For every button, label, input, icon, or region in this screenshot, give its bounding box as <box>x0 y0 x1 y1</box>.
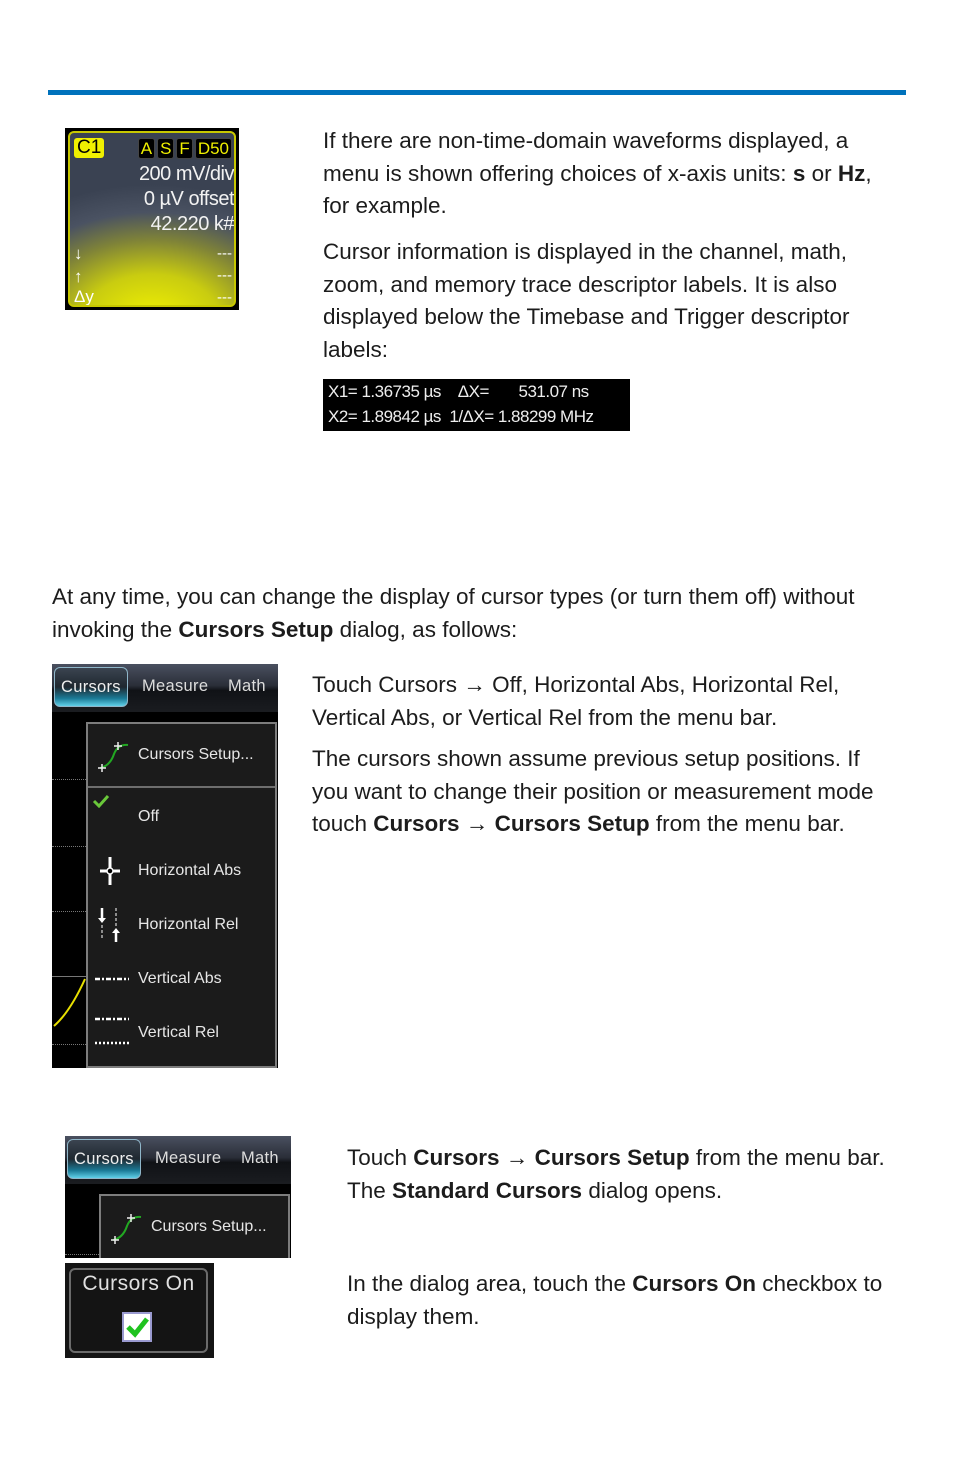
checkmark-icon <box>126 1317 149 1338</box>
paragraph-previous-positions: The cursors shown assume previous setup … <box>312 746 874 836</box>
cursors-on-control: Cursors On <box>65 1263 214 1358</box>
waveform-trace <box>53 978 86 1027</box>
paragraph-open-setup: Touch Cursors → Cursors Setup from the m… <box>347 1145 885 1203</box>
menu-cursors[interactable]: Cursors <box>54 667 128 707</box>
menu-measure[interactable]: Measure <box>155 1139 221 1177</box>
cursors-on-label: Cursors On <box>82 1272 195 1295</box>
menu-item-cursors-setup[interactable]: Cursors Setup... <box>101 1200 288 1256</box>
readout-row-x1: X1= 1.36735 µs ΔX= 531.07 ns <box>328 382 589 401</box>
flag-badge: D50 <box>194 138 232 159</box>
cursors-setup-icon <box>98 742 129 772</box>
paragraph-touch-cursors: Touch Cursors → Off, Horizontal Abs, Hor… <box>312 672 840 730</box>
menu-item-horizontal-rel[interactable]: Horizontal Rel <box>88 900 275 952</box>
delta-y-label: Δy <box>74 287 94 306</box>
cursor-up-icon: ↑ <box>74 267 83 286</box>
cursor-readout: X1= 1.36735 µs ΔX= 531.07 ns X2= 1.89842… <box>323 379 630 431</box>
menu-item-vertical-rel[interactable]: Vertical Rel <box>88 1008 275 1064</box>
cursor-value: --- <box>217 267 232 284</box>
channel-flags: A S F D50 <box>137 138 232 159</box>
paragraph-checkbox: In the dialog area, touch the Cursors On… <box>347 1271 883 1329</box>
channel-descriptor-c1[interactable]: C1 A S F D50 200 mV/div 0 µV offset 42.2… <box>65 128 239 310</box>
grid-line <box>52 911 86 913</box>
sweep-count: 42.220 k# <box>150 213 234 235</box>
cursor-value: --- <box>217 245 232 262</box>
readout-row-x2: X2= 1.89842 µs 1/ΔX= 1.88299 MHz <box>328 407 594 426</box>
horizontal-abs-icon <box>100 857 120 885</box>
menu-bar: Cursors Measure Math <box>52 664 278 712</box>
menu-bar: Cursors Measure Math <box>65 1136 291 1184</box>
checkmark-icon <box>92 794 110 808</box>
menu-item-off[interactable]: Off <box>88 792 275 844</box>
paragraph-cursor-info: Cursor information is displayed in the c… <box>323 239 850 362</box>
cursors-menu-screenshot: Cursors Measure Math Cursors Setup... Of… <box>52 664 278 1068</box>
paragraph-units: If there are non-time-domain waveforms d… <box>323 128 872 218</box>
header-rule <box>48 90 906 95</box>
channel-tag: C1 <box>74 138 105 158</box>
grid-line <box>52 779 86 781</box>
flag-badge: A <box>137 138 156 159</box>
grid-line <box>52 846 86 848</box>
cursors-setup-icon <box>111 1214 142 1244</box>
offset-value: 0 µV offset <box>143 188 234 210</box>
menu-measure[interactable]: Measure <box>142 667 208 705</box>
flag-badge: F <box>176 138 193 159</box>
grid-line <box>65 1254 99 1256</box>
cursor-value: --- <box>217 289 232 306</box>
menu-item-cursors-setup[interactable]: Cursors Setup... <box>88 728 275 784</box>
paragraph-change-display: At any time, you can change the display … <box>52 584 855 642</box>
menu-math[interactable]: Math <box>228 667 266 705</box>
cursors-dropdown: Cursors Setup... Off Horizontal Abs Hori… <box>86 722 277 1068</box>
cursors-dropdown: Cursors Setup... <box>99 1194 290 1258</box>
menu-item-horizontal-abs[interactable]: Horizontal Abs <box>88 846 275 898</box>
cursors-on-checkbox[interactable] <box>122 1312 152 1342</box>
menu-math[interactable]: Math <box>241 1139 279 1177</box>
cursors-setup-menu-screenshot: Cursors Measure Math Cursors Setup... <box>65 1136 291 1258</box>
cursor-down-icon: ↓ <box>74 244 83 263</box>
grid-line <box>52 1044 86 1046</box>
menu-separator <box>88 786 275 788</box>
vertical-scale: 200 mV/div <box>138 163 234 185</box>
vertical-abs-icon <box>95 977 129 981</box>
menu-item-vertical-abs[interactable]: Vertical Abs <box>88 954 275 1006</box>
menu-cursors[interactable]: Cursors <box>67 1139 141 1179</box>
flag-badge: S <box>157 138 175 159</box>
vertical-rel-icon <box>95 1017 129 1045</box>
horizontal-rel-icon <box>98 908 120 942</box>
